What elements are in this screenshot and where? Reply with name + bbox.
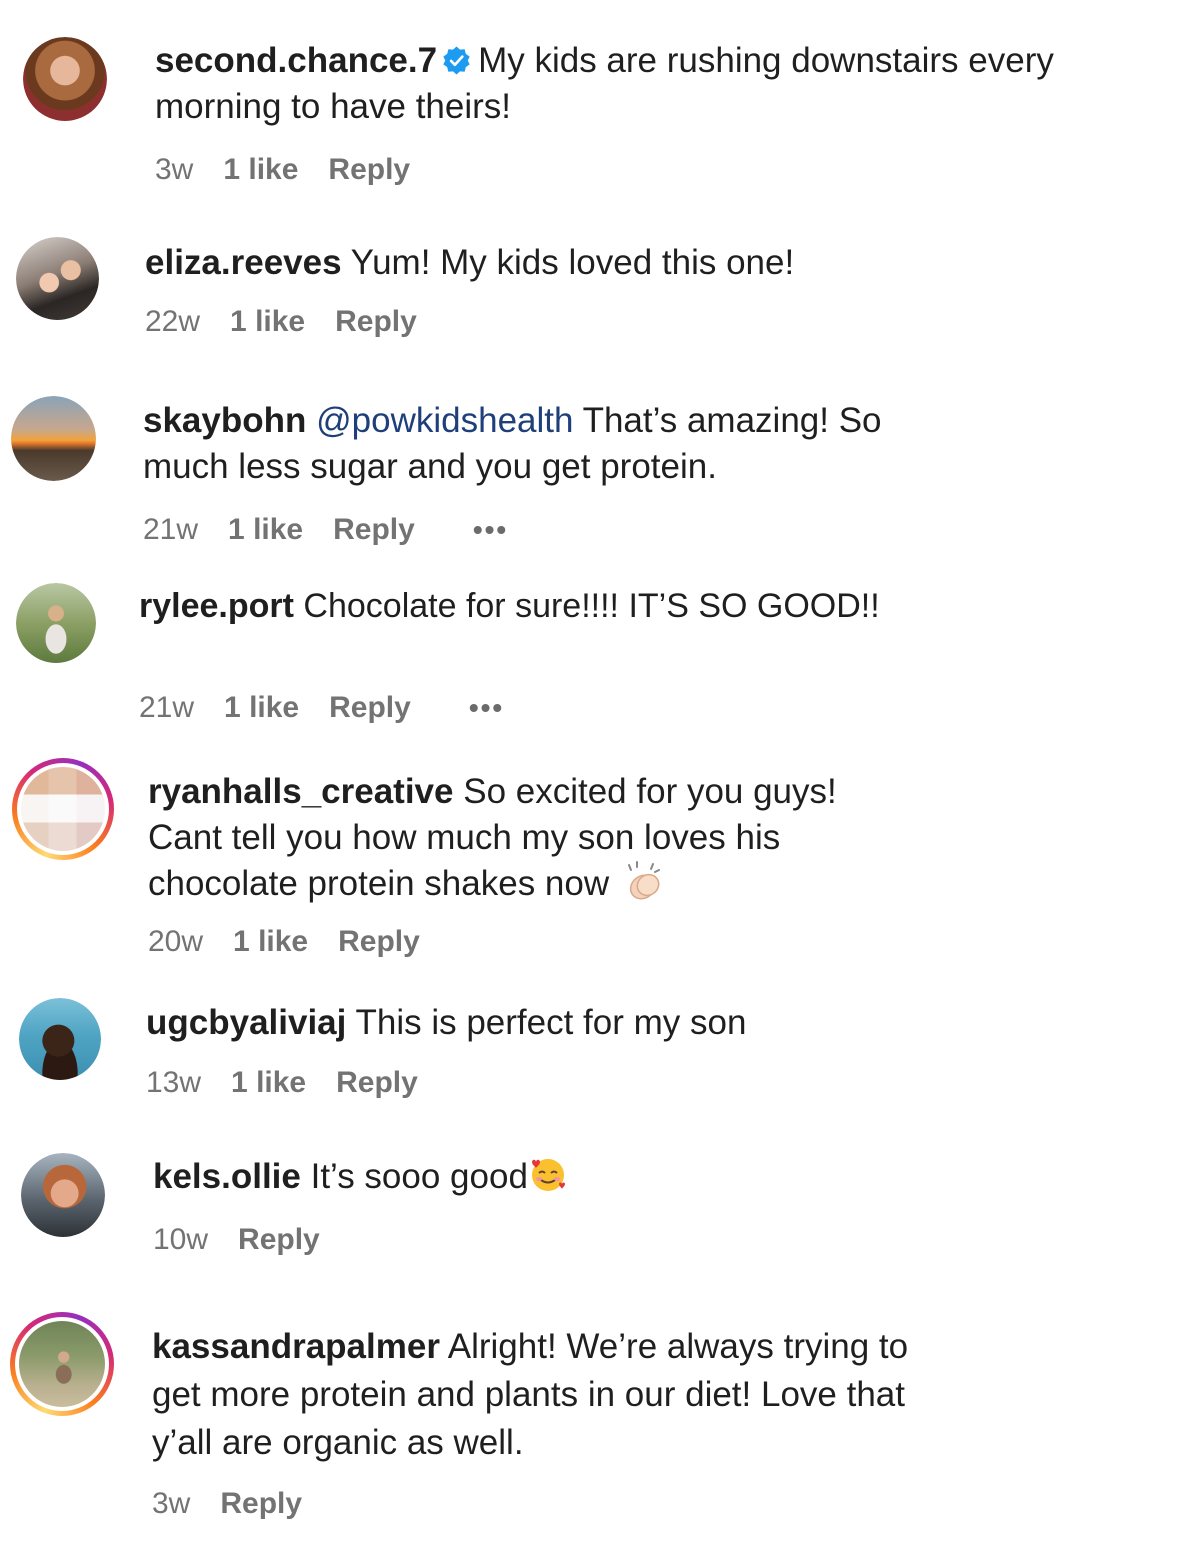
- avatar[interactable]: [11, 396, 96, 481]
- reply-button[interactable]: Reply: [333, 512, 415, 548]
- comment-meta: 21w 1 like Reply •••: [139, 690, 534, 726]
- username[interactable]: ryanhalls_creative: [148, 772, 453, 811]
- comment-text-block: skaybohn @powkidshealth That’s amazing! …: [143, 398, 973, 490]
- avatar-story-ring[interactable]: [12, 758, 114, 860]
- verified-badge-icon: [443, 46, 470, 75]
- reply-button[interactable]: Reply: [328, 152, 410, 188]
- avatar[interactable]: [16, 237, 99, 320]
- username[interactable]: second.chance.7: [155, 41, 437, 80]
- avatar[interactable]: [19, 998, 101, 1080]
- likes-count[interactable]: 1 like: [233, 924, 308, 960]
- clapping-hands-icon: [627, 861, 660, 900]
- likes-count[interactable]: 1 like: [224, 690, 299, 726]
- smiling-face-hearts-icon: [531, 1159, 565, 1191]
- reply-button[interactable]: Reply: [329, 690, 411, 726]
- comment-text: It’s sooo good: [310, 1157, 528, 1196]
- likes-count[interactable]: 1 like: [223, 152, 298, 188]
- avatar[interactable]: [16, 583, 96, 663]
- comment-meta: 21w 1 like Reply •••: [143, 512, 538, 548]
- more-options-icon[interactable]: •••: [473, 512, 508, 548]
- timestamp: 3w: [155, 153, 194, 186]
- reply-button[interactable]: Reply: [336, 1065, 418, 1101]
- timestamp: 21w: [143, 513, 199, 546]
- comment-text-block: second.chance.7 My kids are rushing downs…: [155, 38, 1175, 130]
- username[interactable]: kels.ollie: [153, 1157, 301, 1196]
- reply-button[interactable]: Reply: [238, 1222, 320, 1258]
- comment-meta: 10w Reply: [153, 1222, 350, 1258]
- comment-text-block: eliza.reeves Yum! My kids loved this one…: [145, 240, 1165, 286]
- reply-button[interactable]: Reply: [338, 924, 420, 960]
- mention-link[interactable]: @powkidshealth: [316, 401, 573, 440]
- username[interactable]: ugcbyaliviaj: [146, 1003, 346, 1042]
- comment-text-block: kassandrapalmer Alright! We’re always tr…: [152, 1323, 912, 1467]
- username[interactable]: rylee.port: [139, 587, 294, 625]
- comment-meta: 13w 1 like Reply: [146, 1065, 448, 1101]
- likes-count[interactable]: 1 like: [231, 1065, 306, 1101]
- timestamp: 13w: [146, 1066, 202, 1099]
- avatar[interactable]: [21, 1153, 105, 1237]
- timestamp: 21w: [139, 691, 195, 724]
- timestamp: 20w: [148, 925, 204, 958]
- comment-meta: 3w Reply: [152, 1486, 332, 1522]
- reply-button[interactable]: Reply: [220, 1486, 302, 1522]
- timestamp: 10w: [153, 1223, 209, 1256]
- comment-text-block: ugcbyaliviaj This is perfect for my son: [146, 1000, 1166, 1046]
- comment-text-block: ryanhalls_creative So excited for you gu…: [148, 769, 908, 907]
- avatar-story-ring[interactable]: [10, 1312, 114, 1416]
- comment-text-block: rylee.port Chocolate for sure!!!! IT’S S…: [139, 584, 899, 628]
- username[interactable]: kassandrapalmer: [152, 1327, 440, 1366]
- reply-button[interactable]: Reply: [335, 304, 417, 340]
- username[interactable]: skaybohn: [143, 401, 306, 440]
- comment-text: This is perfect for my son: [355, 1003, 747, 1042]
- comment-meta: 3w 1 like Reply: [155, 152, 440, 188]
- comment-meta: 22w 1 like Reply: [145, 304, 447, 340]
- comment-text: Yum! My kids loved this one!: [350, 243, 795, 282]
- timestamp: 22w: [145, 305, 201, 338]
- comment-text: Chocolate for sure!!!! IT’S SO GOOD!!: [303, 587, 880, 625]
- username[interactable]: eliza.reeves: [145, 243, 342, 282]
- comment-text-block: kels.ollie It’s sooo good: [153, 1154, 1173, 1200]
- comment-meta: 20w 1 like Reply: [148, 924, 450, 960]
- avatar[interactable]: [23, 37, 107, 121]
- more-options-icon[interactable]: •••: [469, 690, 504, 726]
- timestamp: 3w: [152, 1487, 191, 1520]
- likes-count[interactable]: 1 like: [230, 304, 305, 340]
- likes-count[interactable]: 1 like: [228, 512, 303, 548]
